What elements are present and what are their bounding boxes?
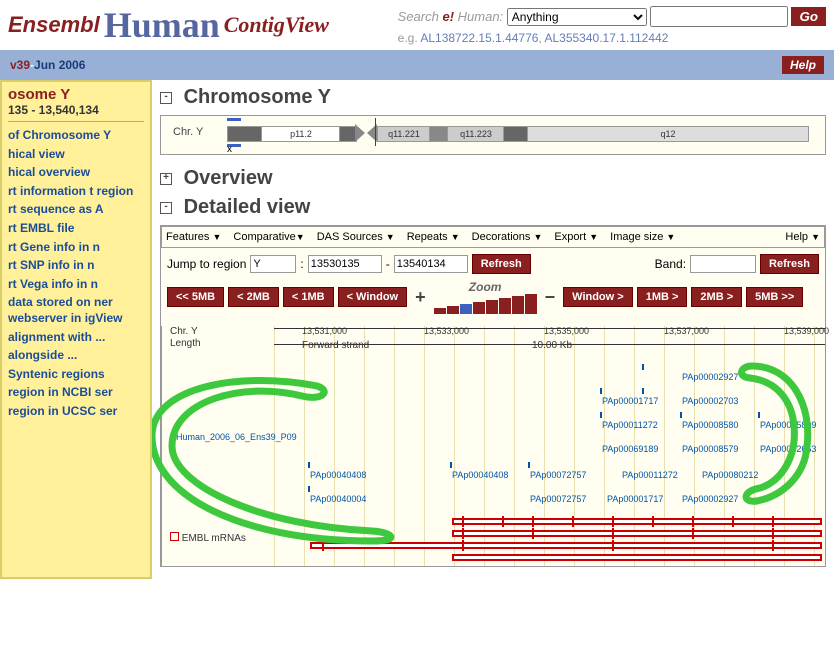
jump-end-input[interactable]: [394, 255, 468, 273]
menu-export[interactable]: Export ▼: [554, 231, 598, 243]
search-label: Search e! Human:: [398, 9, 507, 24]
zoom-in-icon[interactable]: +: [411, 287, 430, 308]
sidebar: osome Y 135 - 13,540,134 of Chromosome Y…: [0, 80, 152, 579]
example-row: e.g. AL138722.15.1.44776, AL355340.17.1.…: [398, 31, 826, 45]
track-chr-label: Chr. Y: [170, 326, 198, 337]
feature-link[interactable]: PAp00011272: [602, 420, 658, 430]
menu-repeats[interactable]: Repeats ▼: [407, 231, 460, 243]
nav-right-1mb[interactable]: 1MB >: [637, 287, 688, 307]
logo-contigview: ContigView: [224, 12, 329, 38]
detailed-heading: - Detailed view: [160, 196, 826, 219]
nav-left-window[interactable]: < Window: [338, 287, 408, 307]
feature-link[interactable]: PAp00002927: [682, 494, 738, 504]
feature-link[interactable]: PAp00002653: [760, 444, 816, 454]
chr-label: Chr. Y: [173, 126, 203, 138]
logo-ensembl: Ensembl: [8, 12, 100, 38]
nav-right-5mb[interactable]: 5MB >>: [746, 287, 803, 307]
zoom-out-icon[interactable]: −: [541, 287, 560, 308]
sidebar-link[interactable]: data stored on ner webserver in igView: [8, 295, 144, 326]
feature-link[interactable]: PAp00008580: [682, 420, 738, 430]
search-input[interactable]: [650, 6, 788, 27]
feature-link[interactable]: PAp00011272: [622, 470, 678, 480]
search-type-select[interactable]: Anything: [507, 8, 647, 26]
embl-legend-icon: [170, 532, 179, 541]
refresh-region-button[interactable]: Refresh: [472, 254, 531, 274]
sidebar-link[interactable]: region in NCBI ser: [8, 385, 144, 401]
logo-human: Human: [104, 4, 220, 46]
feature-link[interactable]: PAp00069189: [602, 444, 658, 454]
feature-link[interactable]: PAp00040408: [452, 470, 508, 480]
menu-bar: Features ▼ Comparative▼ DAS Sources ▼ Re…: [161, 226, 825, 248]
menu-features[interactable]: Features ▼: [166, 231, 221, 243]
band-label: Band:: [655, 257, 686, 271]
sidebar-range: 135 - 13,540,134: [8, 103, 144, 122]
version-bar: v39 - Jun 2006 Help: [0, 50, 834, 80]
feature-link[interactable]: PAp00025809: [760, 420, 816, 430]
collapse-icon[interactable]: -: [160, 92, 172, 104]
jump-start-input[interactable]: [308, 255, 382, 273]
jump-chr-input[interactable]: [250, 255, 296, 273]
nav-left-1mb[interactable]: < 1MB: [283, 287, 334, 307]
menu-decorations[interactable]: Decorations ▼: [472, 231, 543, 243]
zoom-slider[interactable]: [434, 294, 537, 314]
feature-link[interactable]: PAp00072757: [530, 494, 586, 504]
overview-heading: + Overview: [160, 167, 826, 190]
menu-comparative[interactable]: Comparative▼: [233, 231, 304, 243]
feature-link[interactable]: PAp00072757: [530, 470, 586, 480]
sidebar-link[interactable]: rt Vega info in n: [8, 277, 144, 293]
sidebar-link[interactable]: alongside ...: [8, 348, 144, 364]
sidebar-link[interactable]: hical view: [8, 147, 144, 163]
nav-right-window[interactable]: Window >: [563, 287, 633, 307]
position-marker: [375, 118, 376, 146]
example-link-2[interactable]: AL355340.17.1.112442: [544, 31, 668, 45]
feature-link[interactable]: PAp00008579: [682, 444, 738, 454]
feature-link[interactable]: PAp00002703: [682, 396, 738, 406]
sidebar-title: osome Y: [8, 86, 144, 103]
nav-left-2mb[interactable]: < 2MB: [228, 287, 279, 307]
menu-imagesize[interactable]: Image size ▼: [610, 231, 675, 243]
sidebar-link[interactable]: alignment with ...: [8, 330, 144, 346]
feature-link[interactable]: PAp00040004: [310, 494, 366, 504]
nav-right-2mb[interactable]: 2MB >: [691, 287, 742, 307]
sidebar-link[interactable]: hical overview: [8, 165, 144, 181]
menu-das[interactable]: DAS Sources ▼: [317, 231, 395, 243]
sidebar-link[interactable]: region in UCSC ser: [8, 404, 144, 420]
collapse-icon[interactable]: -: [160, 202, 172, 214]
go-button[interactable]: Go: [791, 7, 826, 26]
ideogram-panel: Chr. Y p11.2 q11.221 q11.223 q12 x: [160, 115, 826, 155]
sidebar-link[interactable]: of Chromosome Y: [8, 128, 144, 144]
nav-left-5mb[interactable]: << 5MB: [167, 287, 224, 307]
x-label: x: [227, 144, 232, 155]
feature-link[interactable]: PAp00002927: [682, 372, 738, 382]
feature-link[interactable]: PAp00080212: [702, 470, 758, 480]
jump-label: Jump to region: [167, 257, 246, 271]
sidebar-link[interactable]: rt Gene info in n: [8, 240, 144, 256]
feature-link[interactable]: PAp00001717: [607, 494, 663, 504]
track-area: Chr. Y Length 13,531,000 13,533,000 13,5…: [161, 326, 825, 566]
zoom-label: Zoom: [469, 280, 502, 294]
sidebar-link[interactable]: rt sequence as A: [8, 202, 144, 218]
expand-icon[interactable]: +: [160, 173, 172, 185]
sidebar-link[interactable]: rt information t region: [8, 184, 144, 200]
sidebar-link[interactable]: rt EMBL file: [8, 221, 144, 237]
menu-help[interactable]: Help ▼: [785, 231, 820, 243]
band-input[interactable]: [690, 255, 756, 273]
example-link-1[interactable]: AL138722.15.1.44776: [420, 31, 538, 45]
feature-link[interactable]: PAp00001717: [602, 396, 658, 406]
refresh-band-button[interactable]: Refresh: [760, 254, 819, 274]
embl-label: EMBL mRNAs: [170, 532, 246, 544]
sidebar-link[interactable]: Syntenic regions: [8, 367, 144, 383]
feature-source-link[interactable]: Human_2006_06_Ens39_P09: [176, 432, 297, 442]
feature-link[interactable]: PAp00040408: [310, 470, 366, 480]
help-button[interactable]: Help: [782, 56, 824, 74]
chromosome-heading: - Chromosome Y: [160, 86, 826, 109]
sidebar-link[interactable]: rt SNP info in n: [8, 258, 144, 274]
track-length-label: Length: [170, 338, 201, 349]
